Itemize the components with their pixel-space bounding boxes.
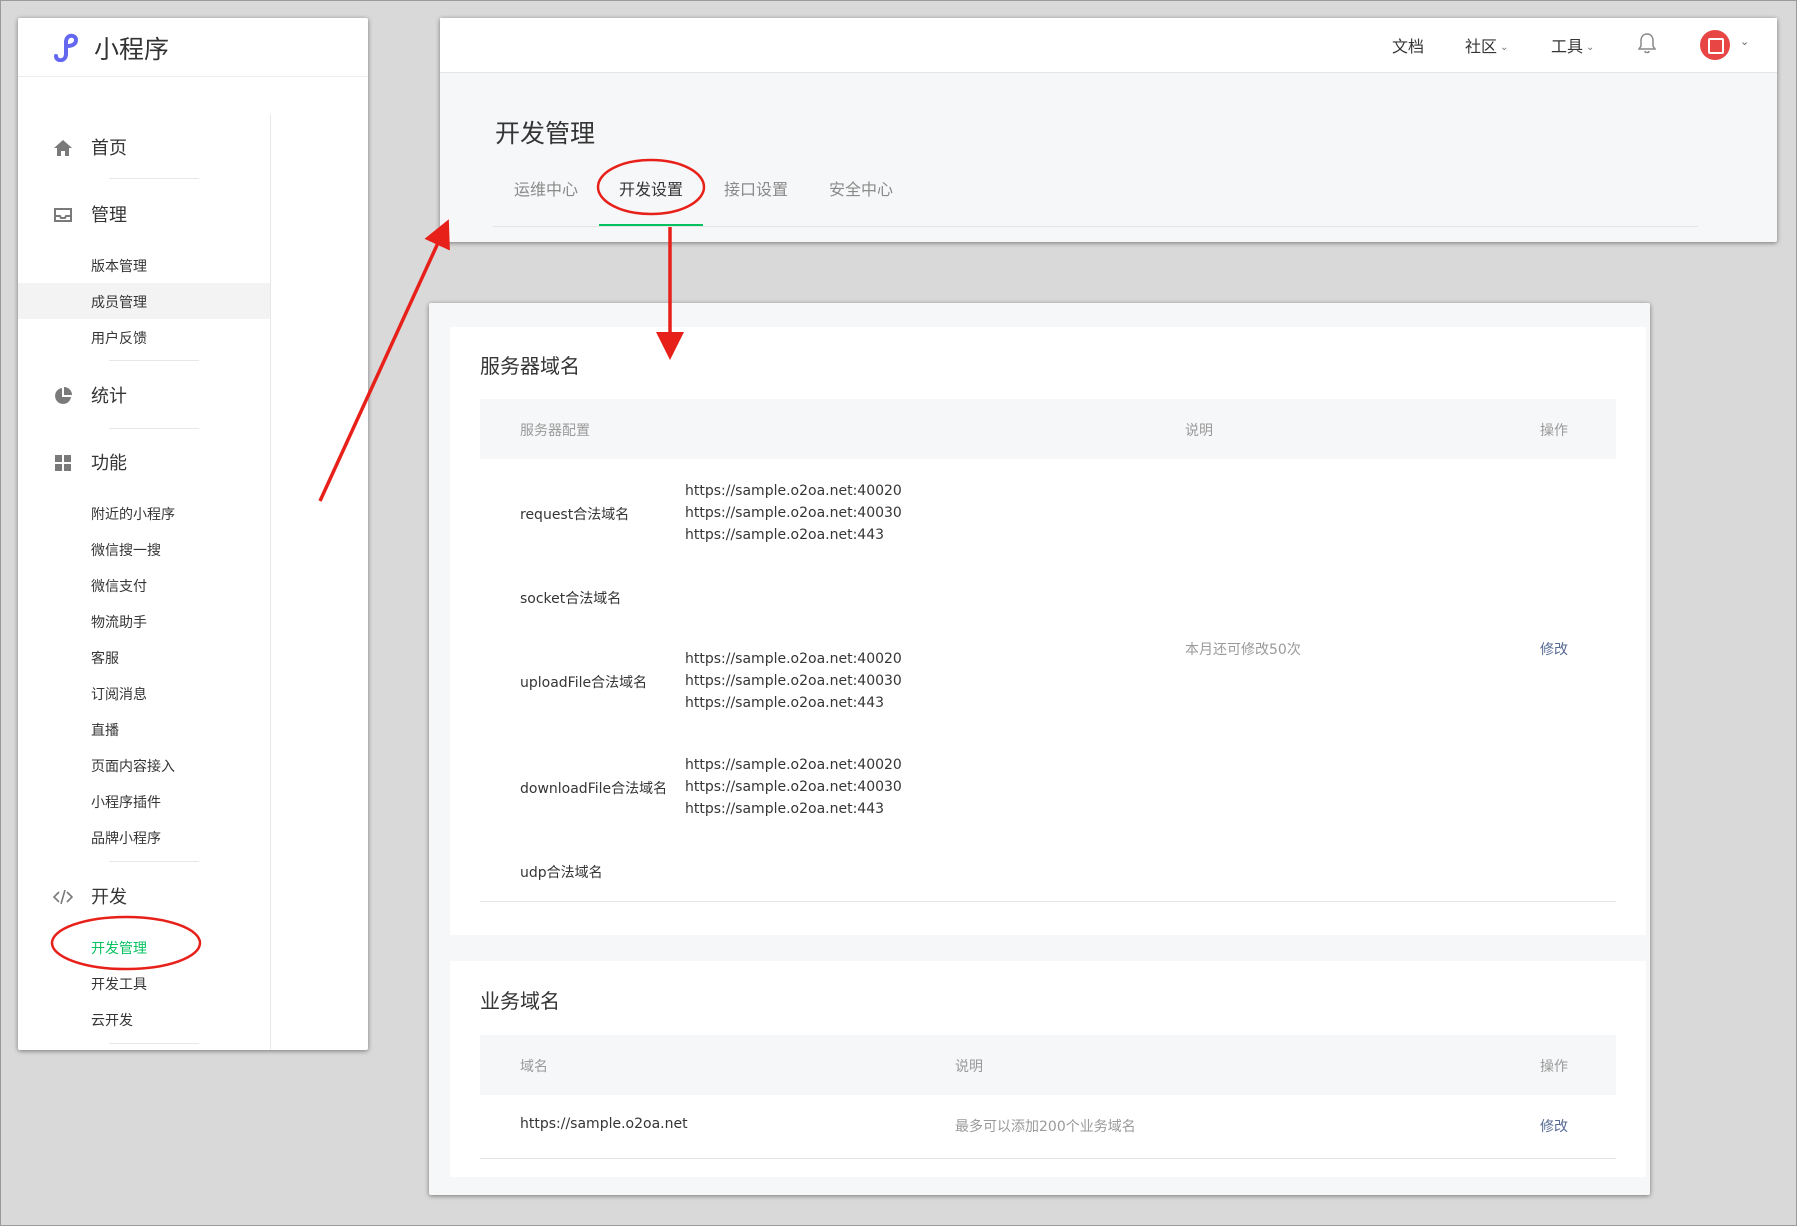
modify-server-domain-link[interactable]: 修改 (1540, 639, 1568, 659)
bell-icon[interactable] (1638, 32, 1656, 54)
modify-business-domain-link[interactable]: 修改 (1540, 1116, 1568, 1136)
active-tab-indicator (599, 224, 703, 226)
tab-api-settings[interactable]: 接口设置 (724, 176, 788, 200)
column-header-domain: 域名 (520, 1059, 548, 1075)
sidebar-item-label: 功能 (91, 453, 127, 474)
table-header: 服务器配置 说明 操作 (480, 399, 1616, 459)
divider (109, 428, 199, 429)
sidebar-item-cloud[interactable]: 云开发 (91, 1010, 133, 1030)
topbar: 文档 社区 ⌄ 工具 ⌄ ⌄ (440, 18, 1777, 73)
url-value: https://sample.o2oa.net:40030 (685, 779, 902, 795)
header-window: 文档 社区 ⌄ 工具 ⌄ ⌄ 开发管理 运维中心 开发设置 接口设置 安全中心 (440, 18, 1777, 242)
page-title: 开发管理 (495, 119, 596, 148)
domain-type-label: socket合法域名 (520, 591, 622, 607)
sidebar-item-service[interactable]: 客服 (91, 648, 119, 668)
url-list: https://sample.o2oa.net:40020 https://sa… (685, 754, 902, 820)
inbox-icon (54, 208, 72, 222)
modify-quota-note: 本月还可修改50次 (1185, 642, 1301, 658)
url-list: https://sample.o2oa.net:40020 https://sa… (685, 648, 902, 714)
sidebar-item-nearby[interactable]: 附近的小程序 (91, 504, 175, 524)
nav-tools-label: 工具 (1551, 37, 1584, 56)
content-window: 服务器域名 服务器配置 说明 操作 request合法域名 https://sa… (429, 303, 1650, 1195)
table-bottom-rule (480, 901, 1616, 902)
sidebar-item-members[interactable]: 成员管理 (91, 292, 147, 312)
tab-security-center[interactable]: 安全中心 (829, 176, 893, 200)
sidebar-item-brand[interactable]: 品牌小程序 (91, 828, 161, 848)
sidebar-item-dev-manage[interactable]: 开发管理 (91, 938, 147, 958)
column-header-op: 操作 (1540, 1059, 1568, 1075)
nav-community[interactable]: 社区 ⌄ (1465, 33, 1508, 57)
sidebar-item-stats[interactable]: 统计 (18, 378, 270, 412)
business-domain-value: https://sample.o2oa.net (520, 1116, 688, 1132)
url-list: https://sample.o2oa.net:40020 https://sa… (685, 480, 902, 546)
url-value: https://sample.o2oa.net:443 (685, 801, 885, 817)
divider (109, 178, 199, 179)
chevron-down-icon: ⌄ (1586, 42, 1595, 53)
section-title: 业务域名 (480, 989, 560, 1013)
column-header-op: 操作 (1540, 423, 1568, 439)
sidebar-item-manage[interactable]: 管理 (18, 197, 270, 231)
sidebar-item-search[interactable]: 微信搜一搜 (91, 540, 161, 560)
domain-type-label: udp合法域名 (520, 865, 603, 881)
chevron-down-icon[interactable]: ⌄ (1740, 35, 1749, 48)
sidebar-item-logistics[interactable]: 物流助手 (91, 612, 147, 632)
sidebar-item-label: 开发 (91, 887, 127, 908)
sidebar-item-features[interactable]: 功能 (18, 445, 270, 479)
domain-type-label: downloadFile合法域名 (520, 781, 668, 797)
divider (109, 1043, 199, 1044)
url-value: https://sample.o2oa.net:40030 (685, 505, 902, 521)
chevron-down-icon: ⌄ (1500, 42, 1509, 53)
sidebar-item-dev-tools[interactable]: 开发工具 (91, 974, 147, 994)
app-name: 小程序 (94, 35, 170, 64)
url-value: https://sample.o2oa.net:40020 (685, 757, 902, 773)
pie-chart-icon (55, 387, 72, 404)
nav-community-label: 社区 (1465, 37, 1498, 56)
sidebar-item-label: 管理 (91, 205, 127, 226)
divider (109, 360, 199, 361)
url-value: https://sample.o2oa.net:40020 (685, 651, 902, 667)
column-header-config: 服务器配置 (520, 423, 590, 439)
grid-icon (55, 455, 71, 471)
sidebar-item-pay[interactable]: 微信支付 (91, 576, 147, 596)
table-header: 域名 说明 操作 (480, 1035, 1616, 1095)
sidebar: 小程序 首页 管理 版本管理 成员管理 用户反馈 统计 功能 附近的小程序 微信… (18, 18, 368, 1050)
url-value: https://sample.o2oa.net:40020 (685, 483, 902, 499)
url-value: https://sample.o2oa.net:443 (685, 527, 885, 543)
section-title: 服务器域名 (480, 354, 580, 378)
sidebar-item-content[interactable]: 页面内容接入 (91, 756, 175, 776)
sidebar-item-dev[interactable]: 开发 (18, 879, 270, 913)
avatar[interactable] (1700, 30, 1730, 60)
column-header-desc: 说明 (955, 1059, 983, 1075)
tab-dev-settings[interactable]: 开发设置 (619, 176, 683, 200)
miniprogram-logo-icon (54, 33, 79, 62)
divider (109, 861, 199, 862)
logo-bar: 小程序 (18, 18, 368, 77)
code-icon (53, 889, 73, 905)
domain-type-label: request合法域名 (520, 507, 630, 523)
sidebar-item-live[interactable]: 直播 (91, 720, 119, 740)
sidebar-item-label: 统计 (91, 386, 127, 407)
domain-type-label: uploadFile合法域名 (520, 675, 648, 691)
sidebar-item-label: 首页 (91, 138, 127, 159)
sidebar-item-home[interactable]: 首页 (18, 130, 270, 164)
column-header-desc: 说明 (1185, 423, 1213, 439)
sidebar-item-plugins[interactable]: 小程序插件 (91, 792, 161, 812)
nav-docs[interactable]: 文档 (1392, 33, 1424, 57)
sidebar-item-feedback[interactable]: 用户反馈 (91, 328, 147, 348)
url-value: https://sample.o2oa.net:40030 (685, 673, 902, 689)
server-domain-card: 服务器域名 服务器配置 说明 操作 request合法域名 https://sa… (450, 327, 1646, 935)
business-domain-card: 业务域名 域名 说明 操作 https://sample.o2oa.net 最多… (450, 961, 1646, 1177)
tab-ops-center[interactable]: 运维中心 (514, 176, 578, 200)
tab-bar: 运维中心 开发设置 接口设置 安全中心 (493, 176, 1698, 227)
home-icon (54, 140, 72, 156)
business-domain-note: 最多可以添加200个业务域名 (955, 1119, 1136, 1135)
sidebar-item-subscribe[interactable]: 订阅消息 (91, 684, 147, 704)
nav-tools[interactable]: 工具 ⌄ (1551, 33, 1594, 57)
sidebar-item-version[interactable]: 版本管理 (91, 256, 147, 276)
sidebar-divider (270, 114, 271, 1050)
table-bottom-rule (480, 1158, 1616, 1159)
url-value: https://sample.o2oa.net:443 (685, 695, 885, 711)
